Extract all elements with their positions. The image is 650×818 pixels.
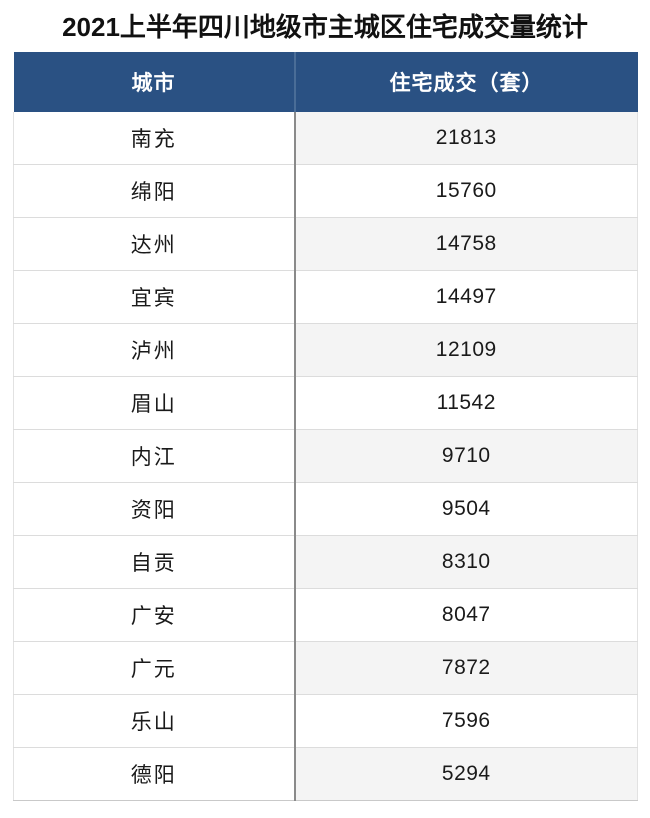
table-row: 自贡 8310 bbox=[13, 535, 638, 589]
cell-city: 宜宾 bbox=[13, 270, 296, 324]
cell-value: 7872 bbox=[294, 641, 638, 695]
cell-city: 德阳 bbox=[13, 747, 296, 801]
table-row: 南充 21813 bbox=[13, 112, 638, 165]
cell-city: 内江 bbox=[13, 429, 296, 483]
cell-value: 21813 bbox=[294, 112, 638, 165]
cell-city: 南充 bbox=[13, 112, 296, 165]
stats-table-container: 城市 住宅成交（套） 南充 21813 绵阳 15760 达州 14758 宜宾 14497 泸… bbox=[13, 52, 638, 801]
page-title: 2021上半年四川地级市主城区住宅成交量统计 bbox=[62, 11, 588, 42]
table-row: 乐山 7596 bbox=[13, 694, 638, 748]
cell-city: 达州 bbox=[13, 217, 296, 271]
cell-city: 绵阳 bbox=[13, 164, 296, 218]
table-row: 资阳 9504 bbox=[13, 482, 638, 536]
table-row: 绵阳 15760 bbox=[13, 164, 638, 218]
cell-value: 5294 bbox=[294, 747, 638, 801]
table-row: 德阳 5294 bbox=[13, 747, 638, 801]
table-body: 南充 21813 绵阳 15760 达州 14758 宜宾 14497 泸州 12109 眉山 115… bbox=[13, 112, 638, 801]
cell-city: 广安 bbox=[13, 588, 296, 642]
cell-value: 7596 bbox=[294, 694, 638, 748]
table-row: 达州 14758 bbox=[13, 217, 638, 271]
cell-value: 14497 bbox=[294, 270, 638, 324]
cell-city: 眉山 bbox=[13, 376, 296, 430]
cell-value: 15760 bbox=[294, 164, 638, 218]
cell-value: 12109 bbox=[294, 323, 638, 377]
column-header-city: 城市 bbox=[13, 52, 296, 112]
table-row: 宜宾 14497 bbox=[13, 270, 638, 324]
cell-city: 资阳 bbox=[13, 482, 296, 536]
column-header-value: 住宅成交（套） bbox=[294, 52, 638, 112]
housing-transactions-table: 城市 住宅成交（套） 南充 21813 绵阳 15760 达州 14758 宜宾 14497 泸… bbox=[13, 52, 638, 801]
cell-value: 9710 bbox=[294, 429, 638, 483]
cell-city: 广元 bbox=[13, 641, 296, 695]
cell-value: 11542 bbox=[294, 376, 638, 430]
cell-value: 8310 bbox=[294, 535, 638, 589]
table-row: 内江 9710 bbox=[13, 429, 638, 483]
cell-city: 乐山 bbox=[13, 694, 296, 748]
cell-city: 泸州 bbox=[13, 323, 296, 377]
table-row: 眉山 11542 bbox=[13, 376, 638, 430]
cell-value: 14758 bbox=[294, 217, 638, 271]
table-row: 泸州 12109 bbox=[13, 323, 638, 377]
cell-city: 自贡 bbox=[13, 535, 296, 589]
page-root: 2021上半年四川地级市主城区住宅成交量统计 城市 住宅成交（套） 南充 2181… bbox=[0, 0, 650, 818]
table-header: 城市 住宅成交（套） bbox=[13, 52, 638, 112]
table-row: 广元 7872 bbox=[13, 641, 638, 695]
table-header-row: 城市 住宅成交（套） bbox=[13, 52, 638, 112]
cell-value: 9504 bbox=[294, 482, 638, 536]
table-row: 广安 8047 bbox=[13, 588, 638, 642]
cell-value: 8047 bbox=[294, 588, 638, 642]
